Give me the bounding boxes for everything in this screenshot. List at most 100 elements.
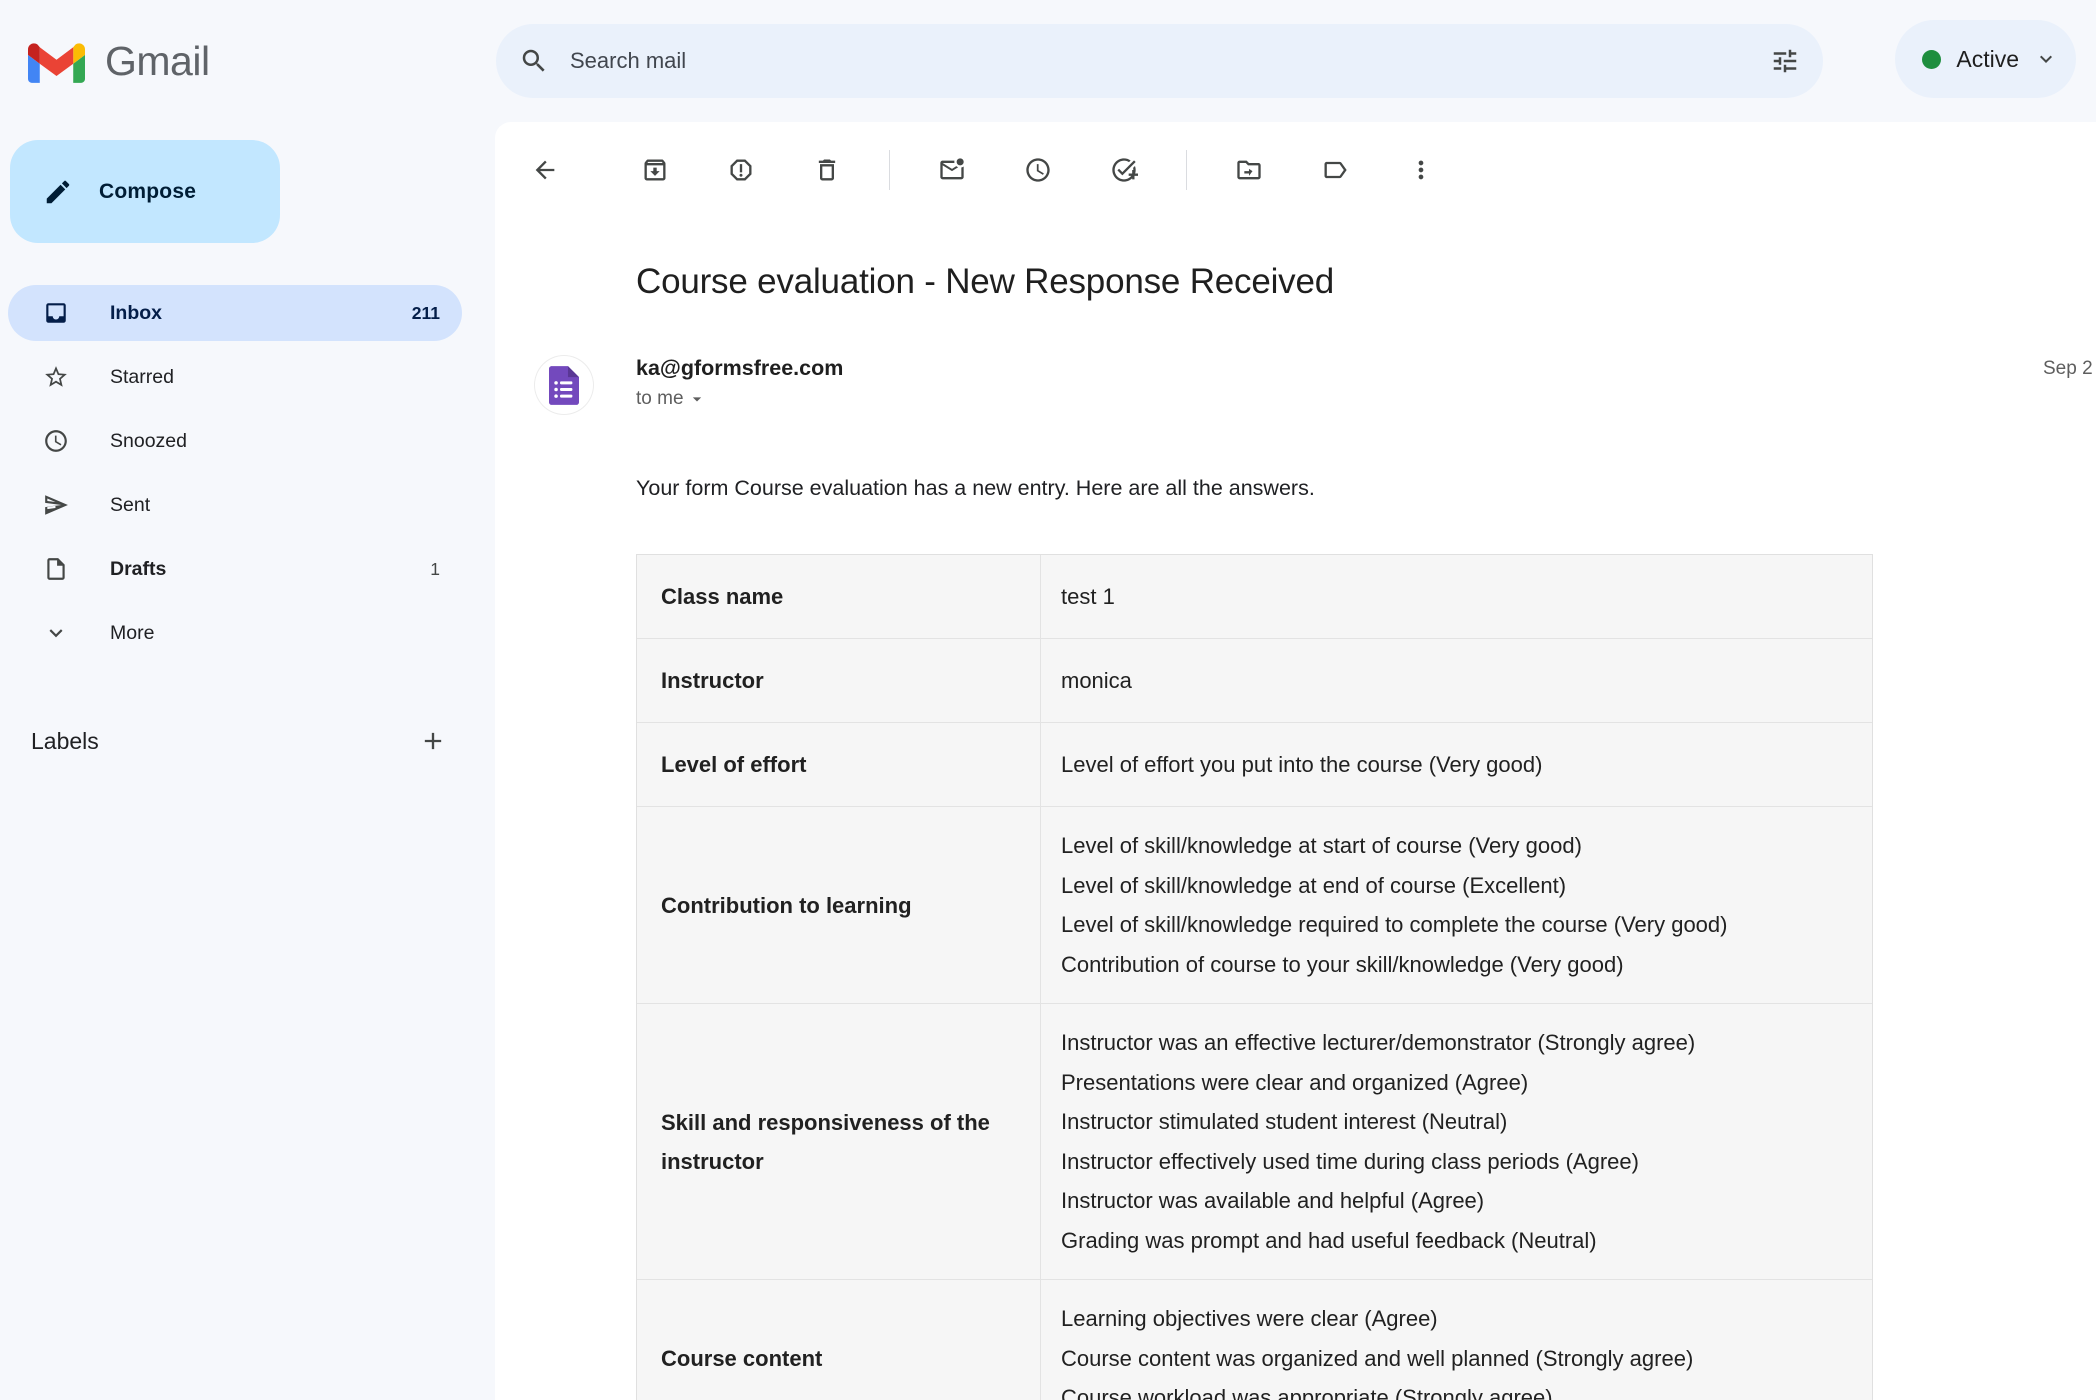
answer-value-line: Instructor was available and helpful (Ag… [1061,1181,1848,1221]
label-icon [1321,156,1349,184]
recipient-details-toggle[interactable]: to me [636,388,843,410]
answer-value-line: Course content was organized and well pl… [1061,1339,1848,1379]
arrow-back-icon [531,156,559,184]
answer-value: Level of skill/knowledge at start of cou… [1041,807,1872,1003]
arrow-drop-down-icon [687,389,707,409]
clock-icon [43,428,69,454]
answer-value-line: Level of skill/knowledge required to com… [1061,905,1848,945]
move-to-icon [1235,156,1263,184]
compose-label: Compose [99,180,196,204]
answer-label: Contribution to learning [637,807,1041,1003]
answer-value: Level of effort you put into the course … [1041,723,1872,806]
chevron-down-icon-wrap [43,620,69,646]
report-spam-button[interactable] [717,146,765,194]
sidebar-item-label: Snoozed [110,430,187,453]
sidebar-item-sent[interactable]: Sent [8,477,462,533]
sidebar-item-label: More [110,622,154,645]
clock-icon [1024,156,1052,184]
email-toolbar [495,122,2096,218]
table-row: Course contentLearning objectives were c… [637,1280,1872,1400]
tune-icon [1770,46,1800,76]
archive-button[interactable] [631,146,679,194]
answer-label: Class name [637,555,1041,638]
send-icon [43,492,69,518]
search-input[interactable] [570,48,1761,74]
sidebar-nav: Inbox211 Starred Snoozed Sent Drafts 1 More [0,285,495,661]
table-row: Level of effort Level of effort you put i… [637,723,1872,807]
top-bar: Gmail Active [0,0,2096,122]
delete-icon [813,156,841,184]
sidebar-item-drafts[interactable]: Drafts 1 [8,541,462,597]
sidebar-item-label: Drafts [110,558,166,581]
plus-icon [419,727,447,755]
sidebar-item-label: Starred [110,366,174,389]
answer-label: Course content [637,1280,1041,1400]
answer-value-line: Instructor was an effective lecturer/dem… [1061,1023,1848,1063]
mark-unread-button[interactable] [928,146,976,194]
sender-block: ka@gformsfree.com to me [636,356,843,410]
gmail-logo[interactable]: Gmail [28,0,210,122]
status-selector[interactable]: Active [1895,20,2076,98]
toolbar-divider [889,150,890,190]
active-status-dot [1922,50,1941,69]
answer-value-line: Level of skill/knowledge at end of cours… [1061,866,1848,906]
google-forms-icon [549,366,579,405]
table-row: Class name test 1 [637,555,1872,639]
delete-button[interactable] [803,146,851,194]
more-vert-icon [1407,156,1435,184]
inbox-icon [43,300,69,326]
search-button[interactable] [510,37,558,85]
answer-label: Skill and responsiveness of the instruct… [637,1004,1041,1279]
sender-avatar [535,356,593,414]
archive-icon [641,156,669,184]
more-options-button[interactable] [1397,146,1445,194]
answer-value-line: monica [1061,661,1848,701]
answer-value: test 1 [1041,555,1872,638]
add-to-tasks-button[interactable] [1100,146,1148,194]
sidebar-item-inbox[interactable]: Inbox211 [8,285,462,341]
draft-icon-wrap [43,556,69,582]
sidebar-item-more[interactable]: More [8,605,462,661]
inbox-icon-wrap [43,300,69,326]
answer-value-line: Level of skill/knowledge at start of cou… [1061,826,1848,866]
answer-value-line: Course workload was appropriate (Strongl… [1061,1378,1848,1400]
answer-value-line: Level of effort you put into the course … [1061,745,1848,785]
answers-table: Class nametest 1InstructormonicaLevel of… [636,554,1873,1400]
answer-label: Level of effort [637,723,1041,806]
search-bar[interactable] [496,24,1823,98]
answer-value-line: Presentations were clear and organized (… [1061,1063,1848,1103]
mark-unread-icon [938,156,966,184]
answer-value-line: test 1 [1061,577,1848,617]
unread-count-badge: 1 [430,559,440,580]
compose-button[interactable]: Compose [10,140,280,243]
status-label: Active [1956,46,2019,73]
sidebar-item-starred[interactable]: Starred [8,349,462,405]
pencil-icon [43,177,73,207]
recipient-label: to me [636,388,684,410]
search-icon [519,46,549,76]
snooze-button[interactable] [1014,146,1062,194]
sidebar-item-label: Sent [110,494,150,517]
answer-value: Instructor was an effective lecturer/dem… [1041,1004,1872,1279]
gmail-wordmark: Gmail [105,38,210,85]
answer-value-line: Grading was prompt and had useful feedba… [1061,1221,1848,1261]
email-view: Course evaluation - New Response Receive… [495,122,2096,1400]
answer-value: monica [1041,639,1872,722]
create-label-button[interactable] [409,717,457,765]
email-date: Sep 2 [2043,358,2093,380]
labels-button[interactable] [1311,146,1359,194]
toolbar-divider [1186,150,1187,190]
table-row: Instructormonica [637,639,1872,723]
search-options-button[interactable] [1761,37,1809,85]
back-button[interactable] [521,146,569,194]
sidebar-item-snoozed[interactable]: Snoozed [8,413,462,469]
gmail-m-icon [28,40,85,83]
answer-value: Learning objectives were clear (Agree)Co… [1041,1280,1872,1400]
sidebar-item-label: Inbox [110,302,162,325]
send-icon-wrap [43,492,69,518]
sender-email: ka@gformsfree.com [636,356,843,381]
move-to-button[interactable] [1225,146,1273,194]
answer-value-line: Learning objectives were clear (Agree) [1061,1299,1848,1339]
email-subject: Course evaluation - New Response Receive… [636,262,2096,302]
email-header: ka@gformsfree.com to me Sep 2 [495,356,2096,414]
